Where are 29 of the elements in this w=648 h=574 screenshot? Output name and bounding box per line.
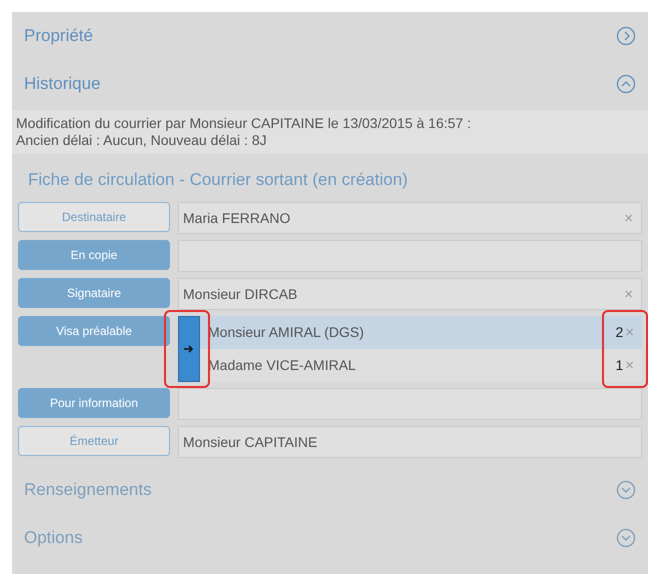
field-value: Monsieur DIRCAB xyxy=(183,284,298,304)
input-field[interactable]: Maria FERRANO × xyxy=(178,202,642,234)
rank-number: 1 xyxy=(615,356,624,375)
section-title: Propriété xyxy=(24,25,93,48)
field-label-button[interactable]: Destinataire xyxy=(18,202,170,232)
remove-icon[interactable]: × xyxy=(625,325,634,340)
field-value: Maria FERRANO xyxy=(183,208,290,228)
remove-icon[interactable]: × xyxy=(624,210,633,226)
section-title: Options xyxy=(24,527,83,550)
field-label-button[interactable]: Signataire xyxy=(18,278,170,308)
field-label-button[interactable]: En copie xyxy=(18,240,170,270)
form-title: Fiche de circulation - Courrier sortant (en création) xyxy=(27,169,409,192)
rank-number: 2 xyxy=(615,323,624,342)
reorder-handle[interactable] xyxy=(178,316,200,382)
section-title: Historique xyxy=(24,73,101,96)
field-value: Monsieur CAPITAINE xyxy=(183,432,318,452)
input-field[interactable]: Monsieur CAPITAINE xyxy=(178,426,642,458)
remove-icon[interactable]: × xyxy=(625,358,634,373)
field-label-button[interactable]: Émetteur xyxy=(18,426,170,456)
chevron-icon[interactable] xyxy=(616,26,636,46)
remove-icon[interactable]: × xyxy=(624,286,633,302)
section-title: Renseignements xyxy=(24,479,152,502)
input-field[interactable]: Monsieur DIRCAB × xyxy=(178,278,642,310)
history-text: Ancien délai : Aucun, Nouveau délai : 8J xyxy=(16,132,268,149)
arrow-right-icon xyxy=(184,345,194,353)
chevron-icon[interactable] xyxy=(616,74,636,94)
history-text: Modification du courrier par Monsieur CAPITAINE le 13/03/2015 à 16:57 : xyxy=(16,115,472,132)
field-label-button[interactable]: Visa préalable xyxy=(18,316,170,346)
field-label-button[interactable]: Pour information xyxy=(18,388,170,418)
